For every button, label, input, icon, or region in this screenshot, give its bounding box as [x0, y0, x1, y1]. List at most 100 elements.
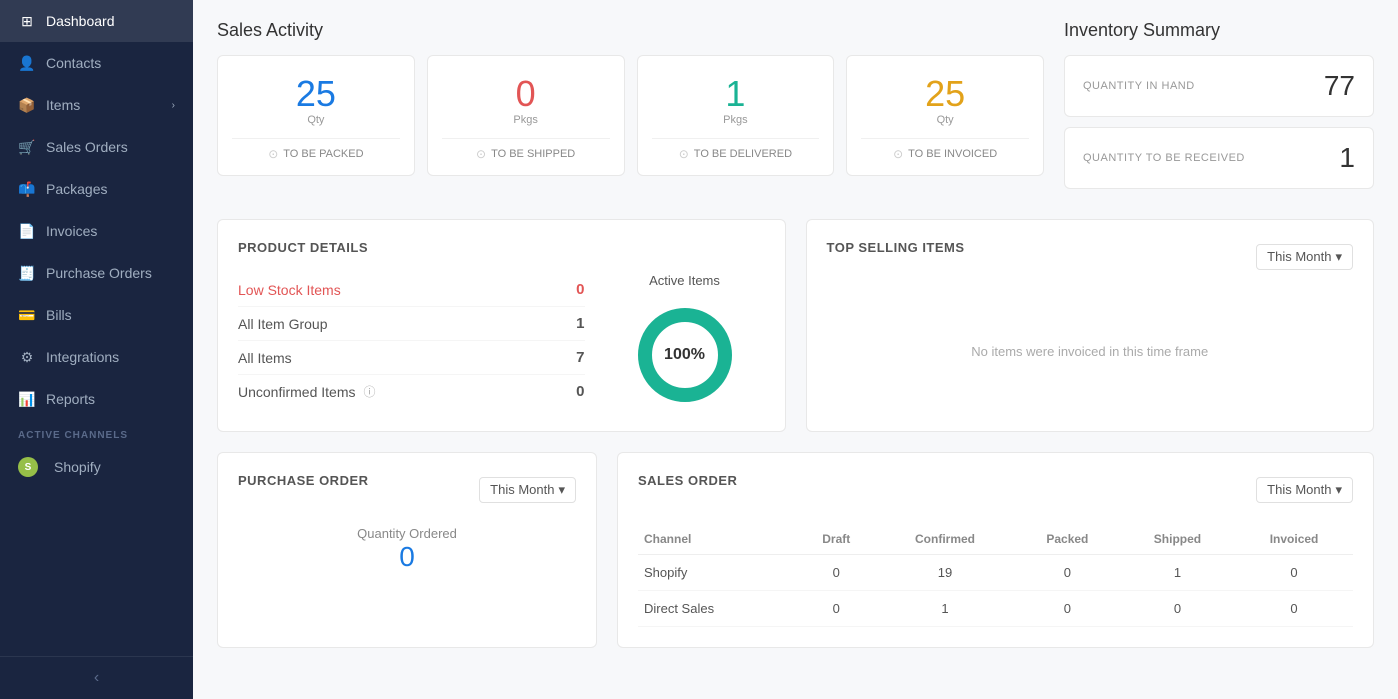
packed-divider — [232, 138, 400, 139]
purchase-order-title: PURCHASE ORDER — [238, 473, 369, 488]
sidebar-label-contacts: Contacts — [46, 55, 101, 71]
bottom-row: PURCHASE ORDER This Month ▾ Quantity Ord… — [217, 452, 1374, 648]
sidebar-label-bills: Bills — [46, 307, 72, 323]
shipped-number: 0 — [516, 74, 536, 114]
so-confirmed-0: 19 — [875, 555, 1015, 591]
stat-cards: 25 Qty ⊙ TO BE PACKED 0 Pkgs ⊙ TO BE SHI… — [217, 55, 1044, 176]
items-chevron-icon: › — [172, 100, 175, 111]
so-draft-0: 0 — [797, 555, 875, 591]
so-chevron-down-icon: ▾ — [1335, 482, 1342, 498]
sales-order-table: Channel Draft Confirmed Packed Shipped I… — [638, 524, 1353, 627]
purchase-order-header: PURCHASE ORDER This Month ▾ — [238, 473, 576, 506]
stat-card-to-be-packed[interactable]: 25 Qty ⊙ TO BE PACKED — [217, 55, 415, 176]
top-selling-period-label: This Month — [1267, 249, 1331, 264]
inv-to-receive-value: 1 — [1339, 142, 1355, 174]
so-invoiced-0: 0 — [1235, 555, 1353, 591]
stat-card-to-be-shipped[interactable]: 0 Pkgs ⊙ TO BE SHIPPED — [427, 55, 625, 176]
col-packed: Packed — [1015, 524, 1120, 555]
sidebar-label-packages: Packages — [46, 181, 107, 197]
sales-order-header: SALES ORDER This Month ▾ — [638, 473, 1353, 506]
invoiced-label: TO BE INVOICED — [908, 148, 997, 160]
so-draft-1: 0 — [797, 591, 875, 627]
top-selling-period-dropdown[interactable]: This Month ▾ — [1256, 244, 1353, 270]
main-content: Sales Activity 25 Qty ⊙ TO BE PACKED 0 P… — [193, 0, 1398, 699]
sidebar-item-bills[interactable]: 💳 Bills — [0, 294, 193, 336]
bills-icon: 💳 — [18, 306, 36, 324]
sidebar-item-packages[interactable]: 📫 Packages — [0, 168, 193, 210]
col-confirmed: Confirmed — [875, 524, 1015, 555]
shopify-icon: S — [18, 457, 38, 477]
inv-card-to-receive: QUANTITY TO BE RECEIVED 1 — [1064, 127, 1374, 189]
so-shipped-1: 0 — [1120, 591, 1235, 627]
all-item-group-label: All Item Group — [238, 316, 327, 332]
integrations-icon: ⚙ — [18, 348, 36, 366]
sidebar-item-dashboard[interactable]: ⊞ Dashboard — [0, 0, 193, 42]
shipped-label: TO BE SHIPPED — [491, 148, 575, 160]
invoiced-number: 25 — [925, 74, 965, 114]
shipped-bottom: ⊙ TO BE SHIPPED — [476, 147, 575, 161]
delivered-divider — [652, 138, 820, 139]
sidebar-item-purchase-orders[interactable]: 🧾 Purchase Orders — [0, 252, 193, 294]
low-stock-row[interactable]: Low Stock Items 0 — [238, 273, 585, 307]
col-draft: Draft — [797, 524, 875, 555]
stat-card-to-be-invoiced[interactable]: 25 Qty ⊙ TO BE INVOICED — [846, 55, 1044, 176]
sidebar-item-reports[interactable]: 📊 Reports — [0, 378, 193, 420]
shipped-circle-icon: ⊙ — [476, 147, 486, 161]
sidebar-item-invoices[interactable]: 📄 Invoices — [0, 210, 193, 252]
middle-row: PRODUCT DETAILS Low Stock Items 0 All It… — [217, 219, 1374, 432]
dashboard-icon: ⊞ — [18, 12, 36, 30]
sidebar-label-reports: Reports — [46, 391, 95, 407]
active-channels-label: ACTIVE CHANNELS — [0, 420, 193, 445]
stat-card-to-be-delivered[interactable]: 1 Pkgs ⊙ TO BE DELIVERED — [637, 55, 835, 176]
sidebar-item-items[interactable]: 📦 Items › — [0, 84, 193, 126]
sidebar-label-invoices: Invoices — [46, 223, 97, 239]
inv-card-in-hand: QUANTITY IN HAND 77 — [1064, 55, 1374, 117]
so-channel-0: Shopify — [638, 555, 797, 591]
donut-chart: 100% — [630, 300, 740, 410]
table-row: Direct Sales 0 1 0 0 0 — [638, 591, 1353, 627]
po-chevron-down-icon: ▾ — [558, 482, 565, 498]
all-items-label: All Items — [238, 350, 292, 366]
packed-unit: Qty — [307, 114, 324, 126]
product-details-title: PRODUCT DETAILS — [238, 240, 765, 255]
all-items-row[interactable]: All Items 7 — [238, 341, 585, 375]
col-channel: Channel — [638, 524, 797, 555]
sidebar-label-shopify: Shopify — [54, 459, 101, 475]
donut-area: Active Items 100% — [605, 273, 765, 410]
product-stats: Low Stock Items 0 All Item Group 1 All I… — [238, 273, 585, 410]
all-items-value: 7 — [576, 349, 584, 366]
info-icon: ⓘ — [363, 383, 375, 400]
inv-in-hand-value: 77 — [1324, 70, 1355, 102]
active-items-label: Active Items — [649, 273, 720, 288]
col-shipped: Shipped — [1120, 524, 1235, 555]
sidebar-item-integrations[interactable]: ⚙ Integrations — [0, 336, 193, 378]
sidebar-label-integrations: Integrations — [46, 349, 119, 365]
unconfirmed-value: 0 — [576, 383, 584, 400]
po-quantity-label: Quantity Ordered — [238, 526, 576, 541]
invoiced-divider — [861, 138, 1029, 139]
items-icon: 📦 — [18, 96, 36, 114]
unconfirmed-items-row[interactable]: Unconfirmed Items ⓘ 0 — [238, 375, 585, 408]
sidebar-item-sales-orders[interactable]: 🛒 Sales Orders — [0, 126, 193, 168]
sidebar-item-contacts[interactable]: 👤 Contacts — [0, 42, 193, 84]
delivered-label: TO BE DELIVERED — [694, 148, 792, 160]
product-details-panel: PRODUCT DETAILS Low Stock Items 0 All It… — [217, 219, 786, 432]
delivered-number: 1 — [725, 74, 745, 114]
sidebar-label-sales-orders: Sales Orders — [46, 139, 128, 155]
purchase-order-period-dropdown[interactable]: This Month ▾ — [479, 477, 576, 503]
shipped-unit: Pkgs — [513, 114, 537, 126]
sidebar-item-shopify[interactable]: S Shopify — [0, 445, 193, 489]
sales-orders-icon: 🛒 — [18, 138, 36, 156]
sidebar-label-dashboard: Dashboard — [46, 13, 115, 29]
sidebar-collapse-button[interactable]: ‹ — [0, 656, 193, 699]
all-item-group-row[interactable]: All Item Group 1 — [238, 307, 585, 341]
sales-order-period-dropdown[interactable]: This Month ▾ — [1256, 477, 1353, 503]
product-details-content: Low Stock Items 0 All Item Group 1 All I… — [238, 273, 765, 410]
invoiced-bottom: ⊙ TO BE INVOICED — [893, 147, 997, 161]
table-row: Shopify 0 19 0 1 0 — [638, 555, 1353, 591]
so-packed-0: 0 — [1015, 555, 1120, 591]
inv-in-hand-label: QUANTITY IN HAND — [1083, 80, 1195, 92]
reports-icon: 📊 — [18, 390, 36, 408]
top-area: Sales Activity 25 Qty ⊙ TO BE PACKED 0 P… — [217, 20, 1374, 199]
invoiced-circle-icon: ⊙ — [893, 147, 903, 161]
